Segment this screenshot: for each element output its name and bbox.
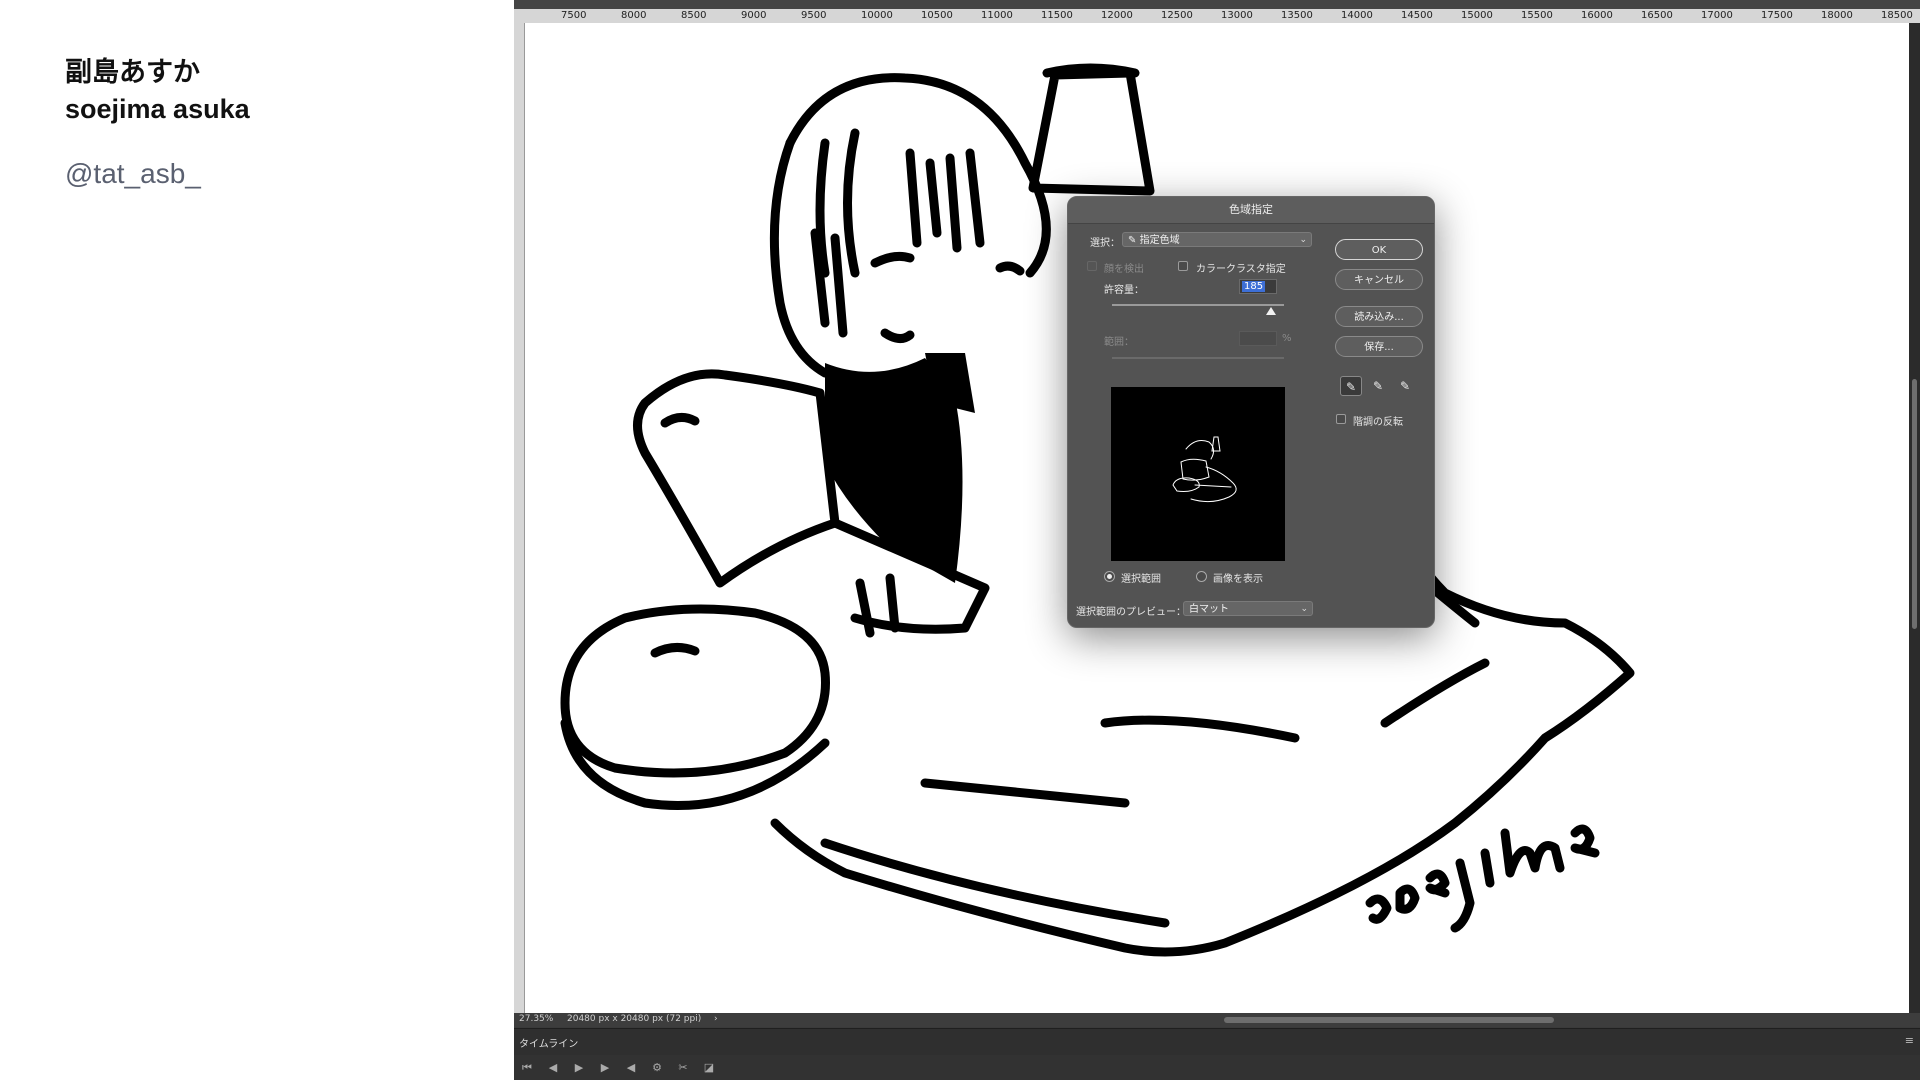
invert-checkbox[interactable]	[1336, 414, 1346, 424]
fuzziness-slider-track[interactable]	[1112, 304, 1284, 306]
horizontal-scroll-thumb[interactable]	[1224, 1017, 1554, 1023]
image-radio-label: 画像を表示	[1213, 574, 1263, 585]
select-label: 選択：	[1090, 238, 1120, 249]
ruler-label: 8500	[681, 10, 707, 21]
timeline-controls: ⏮ ◀ ▶ ▶ ◀ ⚙ ✂ ◪	[514, 1055, 1920, 1080]
select-value: 指定色域	[1139, 235, 1180, 246]
ruler-label: 8000	[621, 10, 647, 21]
ruler-label: 16500	[1641, 10, 1673, 21]
ruler-label: 11500	[1041, 10, 1073, 21]
ruler-label: 15500	[1521, 10, 1553, 21]
split-icon[interactable]: ✂	[676, 1061, 690, 1074]
ruler-label: 18500	[1881, 10, 1913, 21]
play-icon[interactable]: ▶	[572, 1061, 586, 1074]
selection-preview-dropdown[interactable]: 白マット ⌄	[1183, 601, 1313, 616]
eyedropper-plus-icon[interactable]: ✎	[1367, 376, 1389, 396]
color-range-dialog: 色域指定 選択： ✎ 指定色域 ⌄ 顔を検出 カラークラスタ指定 許容量： 18…	[1067, 196, 1435, 628]
status-bar: 27.35% 20480 px x 20480 px (72 ppi) ›	[514, 1013, 1920, 1027]
ruler-label: 18000	[1821, 10, 1853, 21]
dialog-title: 色域指定	[1068, 197, 1434, 224]
ruler-label: 10500	[921, 10, 953, 21]
ruler-label: 17000	[1701, 10, 1733, 21]
select-dropdown[interactable]: ✎ 指定色域 ⌄	[1122, 232, 1312, 247]
fuzziness-slider-thumb[interactable]	[1266, 307, 1277, 315]
prev-frame-icon[interactable]: ◀	[546, 1061, 560, 1074]
selection-preview-value: 白マット	[1189, 604, 1229, 615]
detect-faces-label: 顔を検出	[1104, 264, 1144, 275]
caption-panel: 副島あすか soejima asuka @tat_asb_	[0, 0, 514, 1080]
ruler-label: 7500	[561, 10, 587, 21]
ruler-label: 17500	[1761, 10, 1793, 21]
preview-image	[1172, 436, 1237, 503]
range-label: 範囲：	[1104, 337, 1134, 348]
horizontal-ruler[interactable]: 7500 8000 8500 9000 9500 10000 10500 110…	[514, 9, 1920, 24]
eyedropper-minus-icon[interactable]: ✎	[1394, 376, 1416, 396]
image-radio[interactable]	[1196, 571, 1207, 582]
selection-preview-label: 選択範囲のプレビュー：	[1076, 607, 1186, 618]
selection-radio[interactable]	[1104, 571, 1115, 582]
zoom-level[interactable]: 27.35%	[519, 1014, 553, 1024]
window-top-edge	[514, 0, 1920, 9]
ruler-label: 9500	[801, 10, 827, 21]
detect-faces-checkbox[interactable]	[1087, 261, 1097, 271]
ruler-label: 11000	[981, 10, 1013, 21]
audio-icon[interactable]: ◀	[624, 1061, 638, 1074]
ruler-label: 15000	[1461, 10, 1493, 21]
ruler-label: 10000	[861, 10, 893, 21]
artist-handle[interactable]: @tat_asb_	[65, 158, 201, 190]
settings-icon[interactable]: ⚙	[650, 1061, 664, 1074]
fuzziness-value: 185	[1242, 281, 1266, 292]
color-clusters-checkbox[interactable]	[1178, 261, 1188, 271]
load-button[interactable]: 読み込み...	[1335, 306, 1423, 327]
fuzziness-label: 許容量：	[1104, 285, 1144, 296]
ruler-label: 12500	[1161, 10, 1193, 21]
timeline-tab[interactable]: タイムライン	[519, 1035, 578, 1050]
timeline-panel-header: タイムライン ≡	[514, 1028, 1920, 1055]
ruler-label: 14500	[1401, 10, 1433, 21]
artist-name-en: soejima asuka	[65, 94, 250, 124]
invert-label: 階調の反転	[1353, 417, 1403, 428]
vertical-ruler[interactable]	[514, 23, 525, 1013]
status-arrow-icon[interactable]: ›	[714, 1014, 718, 1024]
ruler-label: 16000	[1581, 10, 1613, 21]
panel-menu-icon[interactable]: ≡	[1905, 1034, 1914, 1047]
document-info: 20480 px x 20480 px (72 ppi)	[567, 1014, 702, 1024]
range-unit: %	[1282, 333, 1292, 344]
cancel-button[interactable]: キャンセル	[1335, 269, 1423, 290]
range-input[interactable]	[1239, 331, 1277, 346]
selection-preview-thumbnail	[1111, 387, 1285, 561]
artist-name-ja: 副島あすか	[65, 57, 200, 88]
first-frame-icon[interactable]: ⏮	[520, 1061, 534, 1075]
next-frame-icon[interactable]: ▶	[598, 1061, 612, 1074]
ruler-label: 13500	[1281, 10, 1313, 21]
chevron-down-icon: ⌄	[1299, 235, 1307, 245]
ruler-label: 12000	[1101, 10, 1133, 21]
color-clusters-label: カラークラスタ指定	[1196, 264, 1286, 275]
vertical-scroll-thumb[interactable]	[1912, 379, 1917, 629]
eyedropper-icon: ✎	[1128, 235, 1137, 246]
transition-icon[interactable]: ◪	[702, 1061, 716, 1074]
selection-radio-label: 選択範囲	[1121, 574, 1161, 585]
ok-button[interactable]: OK	[1335, 239, 1423, 260]
eyedropper-tool-icon[interactable]: ✎	[1340, 376, 1362, 396]
fuzziness-input[interactable]: 185	[1239, 279, 1277, 294]
ruler-label: 9000	[741, 10, 767, 21]
ruler-label: 14000	[1341, 10, 1373, 21]
vertical-scrollbar[interactable]	[1909, 23, 1920, 1013]
ruler-label: 13000	[1221, 10, 1253, 21]
range-slider-track[interactable]	[1112, 357, 1284, 359]
save-button[interactable]: 保存...	[1335, 336, 1423, 357]
chevron-down-icon: ⌄	[1300, 604, 1308, 614]
